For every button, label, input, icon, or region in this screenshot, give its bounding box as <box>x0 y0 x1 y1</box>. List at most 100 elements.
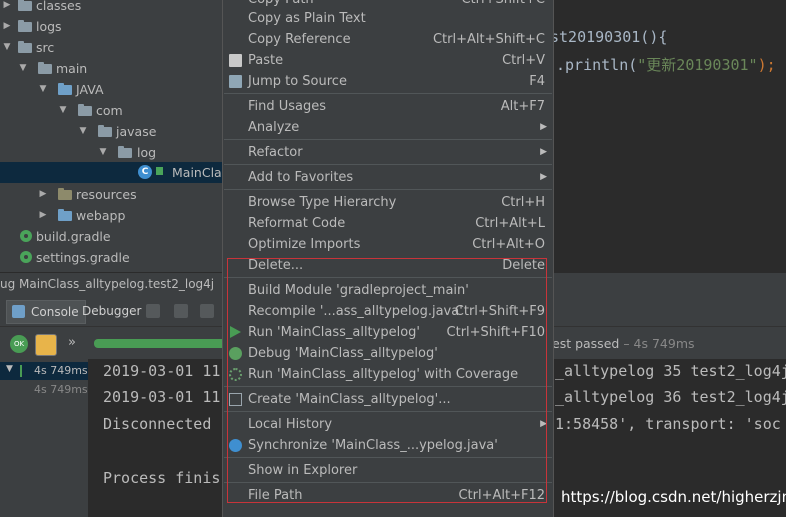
java-class-icon: C <box>138 165 152 179</box>
chevron-down-icon[interactable]: ▼ <box>98 142 108 163</box>
tab-console[interactable]: Console <box>6 300 86 324</box>
menu-item-analyze[interactable]: Analyze ▶ <box>223 117 553 138</box>
menu-separator <box>224 164 552 165</box>
submenu-arrow-icon: ▶ <box>540 147 547 157</box>
menu-item-jump-to-source[interactable]: Jump to Source F4 <box>223 71 553 92</box>
sort-icon[interactable] <box>35 334 57 356</box>
chevron-down-icon[interactable]: ▼ <box>58 100 68 121</box>
code-string: "更新20190301" <box>637 56 758 74</box>
menu-item-find-usages[interactable]: Find Usages Alt+F7 <box>223 96 553 117</box>
run-config-icon <box>229 393 242 406</box>
gradle-icon <box>20 251 32 263</box>
menu-separator <box>224 277 552 278</box>
tree-item-settings-gradle[interactable]: settings.gradle <box>0 247 222 268</box>
tab-debugger[interactable]: Debugger <box>82 300 141 322</box>
menu-item-delete[interactable]: Delete... Delete <box>223 255 553 276</box>
chevron-down-icon[interactable]: ▼ <box>18 58 28 79</box>
code-suffix: ); <box>757 56 776 74</box>
menu-item-local-history[interactable]: Local History ▶ <box>223 414 553 435</box>
chevron-down-icon[interactable]: ▼ <box>6 364 13 374</box>
chevron-down-icon[interactable]: ▼ <box>38 79 48 100</box>
debug-config-title: ug MainClass_alltypelog.test2_log4j <box>0 277 215 291</box>
tree-item-com[interactable]: ▼ com <box>0 100 222 121</box>
menu-separator <box>224 139 552 140</box>
folder-icon <box>18 20 32 32</box>
edit-icon <box>229 75 242 88</box>
menu-item-run[interactable]: Run 'MainClass_alltypelog' Ctrl+Shift+F10 <box>223 322 553 343</box>
tree-item-mainclass[interactable]: C MainClas <box>0 162 228 183</box>
menu-item-file-path[interactable]: File Path Ctrl+Alt+F12 <box>223 485 553 506</box>
menu-item-refactor[interactable]: Refactor ▶ <box>223 142 553 163</box>
context-menu: Copy PathCtrl+Shift+C Copy as Plain Text… <box>222 0 554 517</box>
menu-item-paste[interactable]: Paste Ctrl+V <box>223 50 553 71</box>
tree-item-src[interactable]: ▼ src <box>0 37 222 58</box>
console-line: _alltypelog 36 test2_log4j <box>555 388 786 406</box>
test-progress-bar <box>94 339 230 348</box>
menu-separator <box>224 411 552 412</box>
watermark: https://blog.csdn.net/higherzjm <box>561 488 786 506</box>
menu-item-run-with-coverage[interactable]: Run 'MainClass_alltypelog' with Coverage <box>223 364 553 385</box>
tree-item-java[interactable]: ▼ JAVA <box>0 79 222 100</box>
menu-item-build-module[interactable]: Build Module 'gradleproject_main' <box>223 280 553 301</box>
menu-separator <box>224 93 552 94</box>
package-icon <box>98 125 112 137</box>
chevron-right-icon[interactable]: ▶ <box>2 0 12 16</box>
menu-separator <box>224 457 552 458</box>
clipboard-icon <box>229 54 242 67</box>
coverage-icon <box>229 368 242 381</box>
code-line-method: st20190301(){ <box>550 28 668 46</box>
project-tree: ▶ classes ▶ logs ▼ src ▼ main ▼ JAVA ▼ c… <box>0 0 228 272</box>
code-line-println: .println("更新20190301"); <box>556 54 776 75</box>
test-results-tree: ▼ 4s 749ms 4s 749ms <box>0 359 89 517</box>
test-row-time: 4s 749ms <box>34 383 88 396</box>
tree-item-logs[interactable]: ▶ logs <box>0 16 222 37</box>
tree-item-webapp[interactable]: ▶ webapp <box>0 205 222 226</box>
chevron-down-icon[interactable]: ▼ <box>2 37 12 58</box>
menu-item-show-in-explorer[interactable]: Show in Explorer <box>223 460 553 481</box>
menu-item-copy-reference[interactable]: Copy Reference Ctrl+Alt+Shift+C <box>223 29 553 50</box>
menu-item-browse-type-hierarchy[interactable]: Browse Type Hierarchy Ctrl+H <box>223 192 553 213</box>
package-icon <box>118 146 132 158</box>
frames-icon[interactable] <box>146 304 160 318</box>
tree-item-build-gradle[interactable]: build.gradle <box>0 226 222 247</box>
chevron-double-right-icon[interactable]: » <box>68 335 76 350</box>
folder-icon <box>18 0 32 11</box>
chevron-down-icon[interactable]: ▼ <box>78 121 88 142</box>
lock-icon <box>156 167 163 175</box>
console-line: 2019-03-01 11 <box>103 388 221 406</box>
menu-separator <box>224 482 552 483</box>
menu-separator <box>224 386 552 387</box>
gradle-icon <box>20 230 32 242</box>
tree-item-resources[interactable]: ▶ resources <box>0 184 222 205</box>
menu-separator <box>224 189 552 190</box>
menu-item-add-to-favorites[interactable]: Add to Favorites ▶ <box>223 167 553 188</box>
menu-item-synchronize[interactable]: Synchronize 'MainClass_...ypelog.java' <box>223 435 553 456</box>
tree-item-classes[interactable]: ▶ classes <box>0 0 222 16</box>
tree-item-log[interactable]: ▼ log <box>0 142 222 163</box>
step-over-icon[interactable] <box>174 304 188 318</box>
menu-item-reformat-code[interactable]: Reformat Code Ctrl+Alt+L <box>223 213 553 234</box>
console-line: 1:58458', transport: 'soc <box>555 415 781 433</box>
submenu-arrow-icon: ▶ <box>540 122 547 132</box>
debug-bug-icon <box>229 347 242 360</box>
tree-item-main[interactable]: ▼ main <box>0 58 222 79</box>
menu-item-create-config[interactable]: Create 'MainClass_alltypelog'... <box>223 389 553 410</box>
chevron-right-icon[interactable]: ▶ <box>38 205 48 226</box>
menu-item-recompile[interactable]: Recompile '...ass_alltypelog.java' Ctrl+S… <box>223 301 553 322</box>
chevron-right-icon[interactable]: ▶ <box>2 16 12 37</box>
folder-icon <box>38 62 52 74</box>
tree-item-javase[interactable]: ▼ javase <box>0 121 222 142</box>
menu-item-optimize-imports[interactable]: Optimize Imports Ctrl+Alt+O <box>223 234 553 255</box>
menu-item-debug[interactable]: Debug 'MainClass_alltypelog' <box>223 343 553 364</box>
folder-icon <box>58 209 72 221</box>
test-status: est passed – 4s 749ms <box>552 336 695 351</box>
menu-item-copy-plain-text[interactable]: Copy as Plain Text <box>223 8 553 29</box>
run-icon <box>230 326 241 338</box>
chevron-right-icon[interactable]: ▶ <box>38 184 48 205</box>
test-row-root[interactable]: ▼ 4s 749ms <box>0 362 88 380</box>
step-into-icon[interactable] <box>200 304 214 318</box>
console-icon <box>12 305 25 318</box>
ok-icon[interactable]: OK <box>10 335 28 353</box>
console-line: Process finis <box>103 469 221 487</box>
folder-icon <box>18 41 32 53</box>
